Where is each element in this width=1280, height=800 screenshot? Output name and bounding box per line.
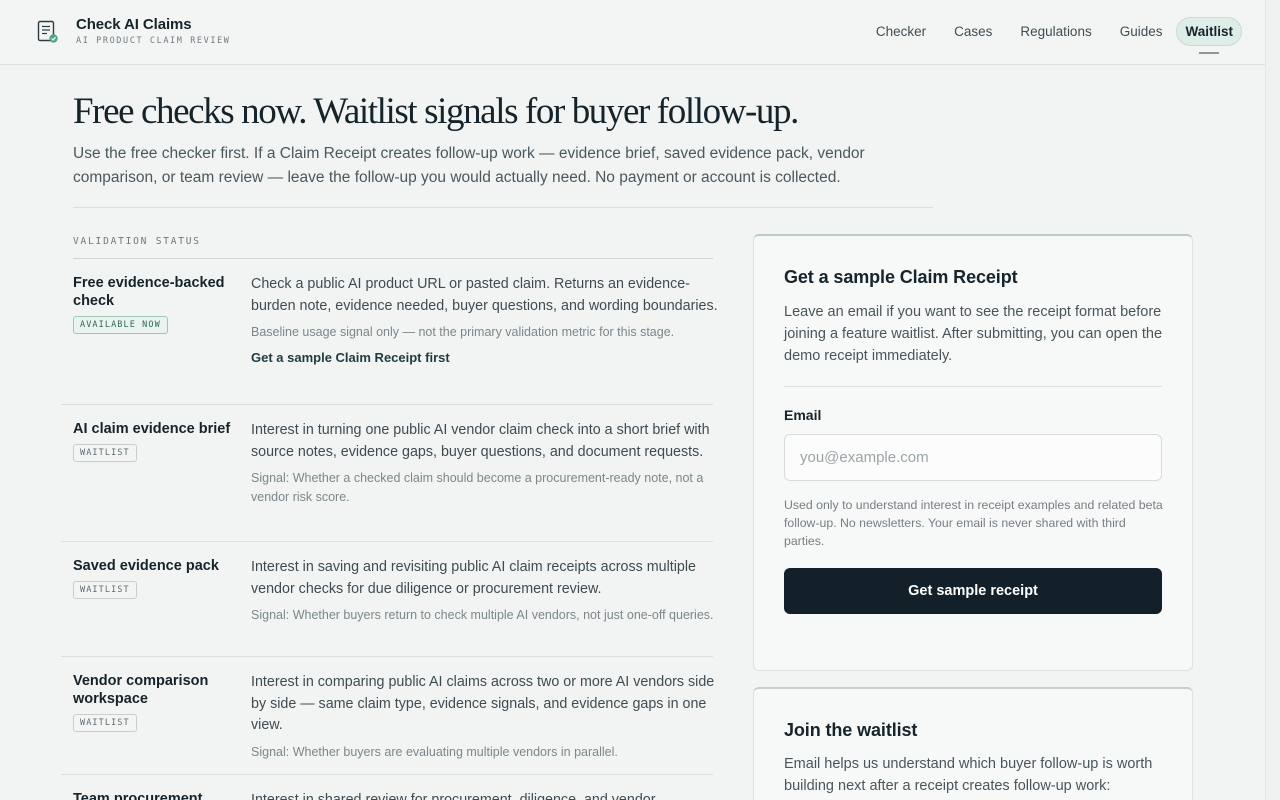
row-description: Interest in comparing public AI claims a… <box>251 674 715 733</box>
row-title: Saved evidence pack <box>73 558 219 574</box>
validation-row-evidence-pack: Saved evidence pack WAITLIST Interest in… <box>61 542 714 657</box>
validation-row-free-check: Free evidence-backed check AVAILABLE NOW… <box>61 259 718 405</box>
card-description: Leave an email if you want to see the re… <box>784 304 1163 364</box>
waitlist-card: Join the waitlist Email helps us underst… <box>753 687 1193 800</box>
page-scrollbar[interactable] <box>1265 0 1280 800</box>
validation-list: Free evidence-backed check AVAILABLE NOW… <box>61 259 718 800</box>
divider <box>784 386 1162 387</box>
privacy-note: Used only to understand interest in rece… <box>784 498 1163 548</box>
nav-item-waitlist-label: Waitlist <box>1185 24 1233 39</box>
email-input[interactable] <box>784 434 1162 481</box>
row-signal: Baseline usage signal only — not the pri… <box>251 325 675 339</box>
email-label: Email <box>784 407 822 423</box>
row-title: Vendor comparison workspace <box>73 673 209 707</box>
card-title: Get a sample Claim Receipt <box>784 267 1018 287</box>
nav-item-checker[interactable]: Checker <box>862 17 940 46</box>
card-description: Email helps us understand which buyer fo… <box>784 756 1153 794</box>
status-badge: WAITLIST <box>73 444 137 462</box>
card-title: Join the waitlist <box>784 720 918 740</box>
nav-item-guides[interactable]: Guides <box>1106 17 1177 46</box>
divider <box>73 207 933 208</box>
row-signal: Signal: Whether a checked claim should b… <box>251 471 704 504</box>
validation-row-evidence-brief: AI claim evidence brief WAITLIST Interes… <box>61 405 713 542</box>
row-title: Team procurement <box>73 791 203 800</box>
brand-tagline: AI PRODUCT CLAIM REVIEW <box>76 36 231 46</box>
status-badge: AVAILABLE NOW <box>73 316 168 334</box>
row-description: Interest in shared review for procuremen… <box>251 792 656 800</box>
sample-receipt-card: Get a sample Claim Receipt Leave an emai… <box>753 234 1193 671</box>
page-subtitle: Use the free checker first. If a Claim R… <box>73 145 865 186</box>
row-signal: Signal: Whether buyers return to check m… <box>251 608 714 622</box>
validation-row-vendor-comparison: Vendor comparison workspace WAITLIST Int… <box>61 657 714 775</box>
row-description: Interest in turning one public AI vendor… <box>251 422 710 460</box>
row-signal: Signal: Whether buyers are evaluating mu… <box>251 744 618 759</box>
brand[interactable]: Check AI Claims AI PRODUCT CLAIM REVIEW <box>37 16 231 46</box>
row-title: AI claim evidence brief <box>73 421 231 437</box>
row-description: Check a public AI product URL or pasted … <box>251 276 718 314</box>
row-title: Free evidence-backed check <box>73 275 225 309</box>
site-header: Check AI Claims AI PRODUCT CLAIM REVIEW … <box>0 0 1265 65</box>
row-description: Interest in saving and revisiting public… <box>251 559 696 597</box>
page-title: Free checks now. Waitlist signals for bu… <box>73 91 799 132</box>
nav-item-regulations[interactable]: Regulations <box>1006 17 1105 46</box>
status-badge: WAITLIST <box>73 714 137 732</box>
validation-row-team-procurement: Team procurement Interest in shared revi… <box>61 775 713 800</box>
nav-item-cases[interactable]: Cases <box>940 17 1006 46</box>
nav-item-waitlist[interactable]: Waitlist <box>1176 17 1242 54</box>
active-nav-indicator <box>1199 52 1220 54</box>
sample-receipt-link[interactable]: Get a sample Claim Receipt first <box>251 350 450 365</box>
checklist-document-icon <box>37 20 58 43</box>
get-sample-receipt-button[interactable]: Get sample receipt <box>784 568 1162 614</box>
status-badge: WAITLIST <box>73 581 137 599</box>
brand-name: Check AI Claims <box>76 16 192 33</box>
validation-status-label: VALIDATION STATUS <box>73 236 201 247</box>
main-nav: Checker Cases Regulations Guides Waitlis… <box>862 17 1242 54</box>
